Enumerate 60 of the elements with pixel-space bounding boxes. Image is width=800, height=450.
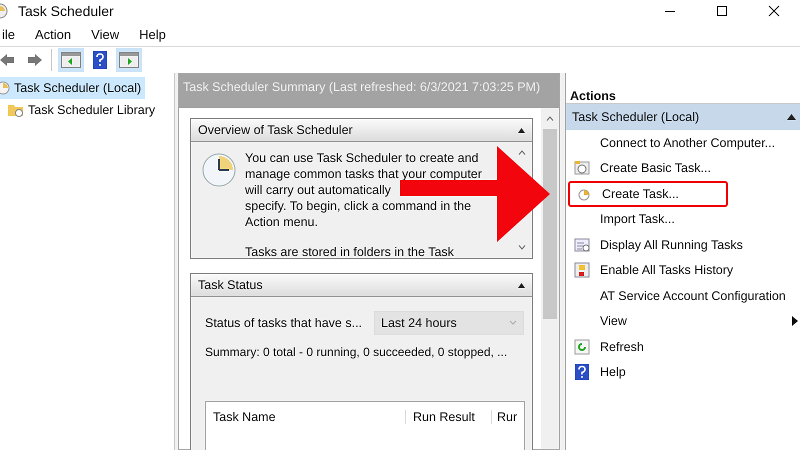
summary-text: Summary: 0 total - 0 running, 0 succeeded, 0 stopped, ...: [205, 345, 508, 359]
clock-icon: [201, 152, 237, 188]
submenu-arrow-icon: [792, 316, 798, 326]
tree-item[interactable]: Task Scheduler Library: [8, 99, 160, 121]
clock-icon: [0, 81, 10, 95]
menu-item[interactable]: View: [89, 26, 122, 42]
caret-icon: [509, 320, 518, 326]
menu-item[interactable]: Action: [33, 26, 74, 42]
tree-item[interactable]: Task Scheduler (Local): [0, 77, 146, 99]
pane-command[interactable]: Refresh: [566, 334, 800, 360]
overview-text: specify. To begin, click a command in the: [245, 199, 472, 213]
pane-toggle-button[interactable]: [116, 48, 142, 72]
folder-clock-icon: [8, 103, 24, 117]
section-header[interactable]: Task Status: [191, 274, 532, 297]
column-header[interactable]: Run Result: [406, 410, 492, 424]
help-icon: [93, 51, 107, 69]
refresh-icon: [574, 338, 590, 355]
scroll-up-icon[interactable]: [518, 150, 526, 155]
overview-text: Tasks are stored in folders in the Task: [245, 245, 454, 259]
filter-label: Status of tasks that have s...: [205, 316, 362, 330]
maximize-icon[interactable]: [716, 5, 728, 17]
overview-text: Action menu.: [245, 215, 318, 229]
close-icon[interactable]: [768, 5, 780, 17]
column-header[interactable]: Rur: [492, 410, 518, 424]
panel-header: Task Scheduler Summary (Last refreshed: 6/3/2021 7:03:25 PM): [179, 74, 559, 108]
scrollbar-thumb[interactable]: [543, 129, 557, 319]
window-title: Task Scheduler: [18, 3, 114, 19]
help-icon: [574, 364, 590, 380]
pane-command[interactable]: Create Task...: [568, 181, 728, 206]
window-pane-icon: [119, 52, 139, 68]
pane-command[interactable]: Create Basic Task...: [566, 156, 800, 181]
group-header[interactable]: Task Scheduler (Local): [566, 104, 800, 130]
menu-item[interactable]: Help: [137, 26, 168, 42]
pane-command[interactable]: Display All Running Tasks: [566, 232, 800, 258]
pane-command[interactable]: Help: [566, 360, 800, 385]
overview-text: manage common tasks that your computer: [245, 167, 482, 181]
scroll-up-icon[interactable]: [546, 116, 554, 121]
clock-icon: [0, 3, 10, 19]
scroll-down-icon[interactable]: [518, 245, 526, 250]
collapse-icon[interactable]: [518, 282, 525, 288]
overview-text: will carry out automatically: [245, 183, 391, 197]
pane-command[interactable]: Import Task...: [566, 206, 800, 232]
column-header[interactable]: Task Name: [206, 410, 406, 424]
pane-command[interactable]: AT Service Account Configuration: [566, 283, 800, 308]
back-arrow-icon: [0, 53, 14, 67]
menu-item[interactable]: ile: [0, 26, 18, 42]
pane-toggle-button[interactable]: [58, 48, 84, 72]
pane-command[interactable]: View: [566, 308, 800, 334]
pane-command[interactable]: Enable All Tasks History: [566, 258, 800, 283]
forward-arrow-icon: [26, 53, 42, 67]
overview-text: You can use Task Scheduler to create and: [245, 151, 478, 165]
window-pane-icon: [61, 52, 81, 68]
collapse-icon[interactable]: [518, 128, 525, 132]
collapse-icon[interactable]: [787, 114, 796, 120]
section-header[interactable]: Overview of Task Scheduler: [191, 119, 532, 142]
help-button[interactable]: [90, 48, 110, 72]
period-dropdown[interactable]: Last 24 hours: [374, 311, 524, 335]
pane-command[interactable]: Connect to Another Computer...: [566, 130, 800, 156]
list-window-icon: [574, 236, 590, 253]
notepad-icon: [574, 262, 590, 278]
